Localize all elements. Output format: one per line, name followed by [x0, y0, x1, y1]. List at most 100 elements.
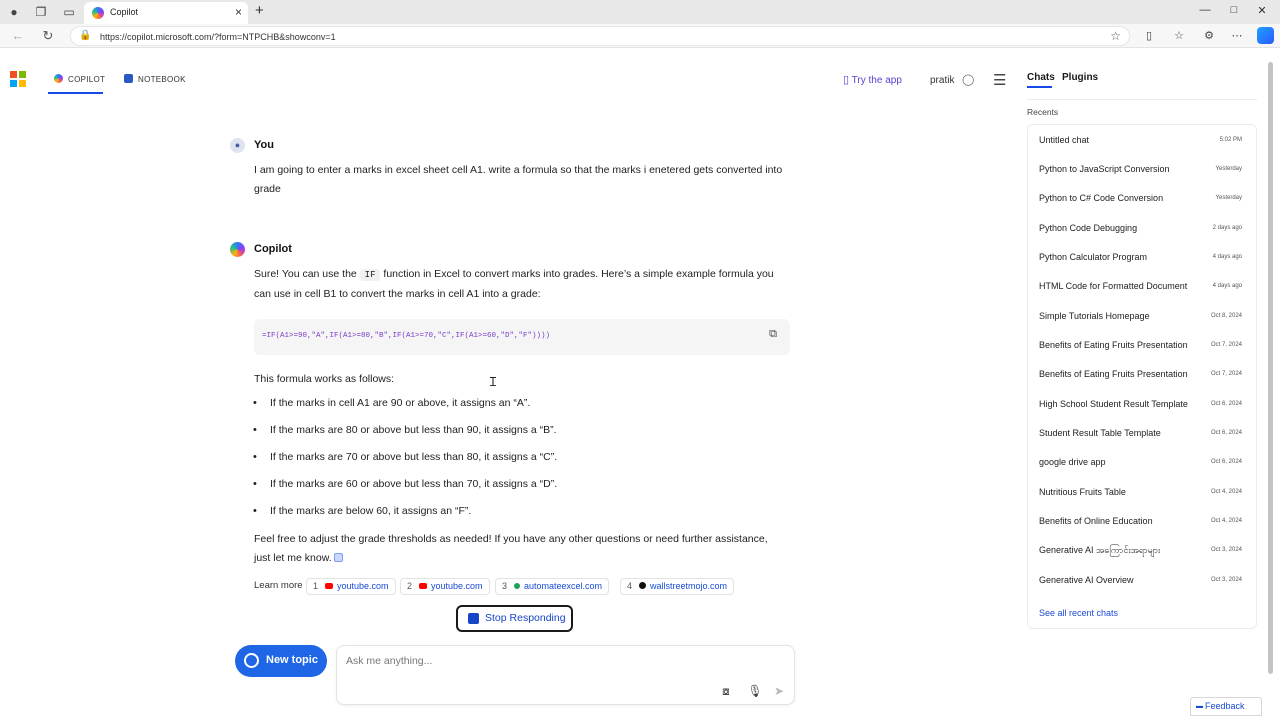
copilot-avatar-icon — [230, 242, 245, 257]
source-link-2[interactable]: 2 youtube.com — [400, 578, 490, 595]
scrollbar-thumb[interactable] — [1268, 62, 1273, 674]
copilot-speaker-label: Copilot — [254, 243, 292, 255]
list-item: If the marks in cell A1 are 90 or above,… — [253, 397, 530, 409]
url-field[interactable]: 🔒 https://copilot.microsoft.com/?form=NT… — [70, 26, 1130, 46]
microsoft-logo-icon[interactable] — [10, 71, 26, 87]
send-icon[interactable]: ➤ — [771, 684, 787, 698]
chat-input[interactable] — [346, 655, 766, 667]
copilot-icon — [54, 74, 63, 83]
page-scrollbar[interactable] — [1268, 62, 1276, 674]
youtube-icon — [325, 583, 334, 589]
tab-notebook-label: NOTEBOOK — [138, 75, 186, 84]
close-window-icon[interactable]: ✕ — [1252, 4, 1272, 17]
new-tab-icon[interactable]: + — [255, 2, 264, 19]
recent-chat-item[interactable]: google drive app Oct 6, 2024 — [1028, 448, 1256, 477]
sidebar-divider — [1027, 99, 1257, 100]
user-speaker-label: You — [254, 139, 274, 151]
refresh-icon[interactable]: ↻ — [40, 28, 56, 44]
closing-text: Feel free to adjust the grade thresholds… — [254, 533, 768, 564]
recent-chat-item[interactable]: HTML Code for Formatted Document 4 days a… — [1028, 272, 1256, 301]
profile-icon[interactable]: ● — [7, 5, 21, 19]
list-item: If the marks are below 60, it assigns an… — [253, 505, 471, 517]
text-cursor-icon: Ｉ — [487, 375, 500, 389]
recent-chat-item[interactable]: Simple Tutorials Homepage Oct 8, 2024 — [1028, 302, 1256, 331]
browser-tab-copilot[interactable]: Copilot × — [84, 2, 248, 24]
citation-marker-icon[interactable] — [333, 553, 343, 562]
phone-icon: ▯ — [843, 74, 850, 86]
closing-message: Feel free to adjust the grade thresholds… — [254, 530, 779, 568]
minimize-icon[interactable]: — — [1195, 4, 1215, 16]
try-app-label: Try the app — [851, 75, 902, 86]
source-link-1[interactable]: 1 youtube.com — [306, 578, 396, 595]
explain-heading: This formula works as follows: — [254, 373, 395, 385]
notebook-icon — [124, 74, 133, 83]
list-item: If the marks are 80 or above but less th… — [253, 424, 557, 436]
maximize-icon[interactable]: □ — [1224, 4, 1244, 16]
new-topic-label: New topic — [266, 654, 318, 666]
chat-input-box: ⧇ 🎙 ➤ — [336, 645, 795, 705]
browser-tab-bar: ● ❐ ▭ Copilot × + — □ ✕ — [0, 0, 1280, 24]
recent-chat-item[interactable]: Python to JavaScript Conversion Yesterday — [1028, 155, 1256, 184]
intro-text-pre: Sure! You can use the — [254, 268, 360, 280]
copilot-intro: Sure! You can use the IF function in Exc… — [254, 265, 784, 304]
favorites-icon[interactable]: ☆ — [1171, 29, 1187, 42]
stop-icon — [468, 613, 479, 624]
recent-chat-item[interactable]: Python to C# Code Conversion Yesterday — [1028, 184, 1256, 213]
sidebar-tab-indicator — [1027, 86, 1052, 88]
recent-chat-item[interactable]: Generative AI အကြောင်းအရာများ Oct 3, 2024 — [1028, 536, 1256, 565]
recent-chat-item[interactable]: Student Result Table Template Oct 6, 2024 — [1028, 419, 1256, 448]
new-topic-button[interactable]: New topic — [235, 645, 327, 677]
recent-chat-item[interactable]: Untitled chat 5:02 PM — [1028, 126, 1256, 155]
workspaces-icon[interactable]: ❐ — [34, 5, 48, 19]
active-tab-indicator — [48, 92, 103, 94]
user-avatar: ● — [230, 138, 245, 153]
copy-code-icon[interactable]: ⧉ — [766, 328, 780, 343]
tab-notebook[interactable]: NOTEBOOK — [124, 74, 186, 84]
tab-copilot[interactable]: COPILOT — [54, 74, 105, 84]
extensions-icon[interactable]: ⚙ — [1201, 29, 1217, 42]
tab-copilot-label: COPILOT — [68, 75, 106, 84]
more-menu-icon[interactable]: ⋯ — [1229, 29, 1245, 42]
close-tab-icon[interactable]: × — [235, 5, 242, 19]
see-all-chats-link[interactable]: See all recent chats — [1039, 608, 1118, 618]
recent-chat-item[interactable]: Python Calculator Program 4 days ago — [1028, 243, 1256, 272]
user-avatar-icon[interactable]: ◯ — [962, 73, 974, 86]
source-link-3[interactable]: 3 automateexcel.com — [495, 578, 610, 595]
recent-chat-item[interactable]: Benefits of Eating Fruits Presentation Oc… — [1028, 360, 1256, 389]
split-screen-icon[interactable]: ▯ — [1141, 29, 1157, 42]
sidebar-tab-chats[interactable]: Chats — [1027, 72, 1055, 83]
recent-chat-item[interactable]: High School Student Result Template Oct 6… — [1028, 390, 1256, 419]
recent-chat-item[interactable]: Generative AI Overview Oct 3, 2024 — [1028, 566, 1256, 595]
hamburger-menu-icon[interactable]: ☰ — [993, 71, 1006, 89]
stop-responding-label: Stop Responding — [485, 612, 566, 624]
recent-chat-item[interactable]: Benefits of Eating Fruits Presentation Oc… — [1028, 331, 1256, 360]
stop-responding-button[interactable]: Stop Responding — [456, 605, 573, 632]
tab-actions-icon[interactable]: ▭ — [62, 5, 76, 19]
sidebar-tab-plugins[interactable]: Plugins — [1062, 72, 1098, 83]
copilot-favicon-icon — [92, 7, 104, 19]
browser-tab-title: Copilot — [110, 7, 139, 17]
back-icon[interactable]: ← — [10, 28, 26, 43]
lock-icon: 🔒 — [79, 30, 92, 41]
source-link-4[interactable]: 4 wallstreetmojo.com — [620, 578, 735, 595]
list-item: If the marks are 60 or above but less th… — [253, 478, 557, 490]
microphone-icon[interactable]: 🎙 — [747, 684, 763, 698]
recent-chat-item[interactable]: Benefits of Online Education Oct 4, 2024 — [1028, 507, 1256, 536]
list-item: If the marks are 70 or above but less th… — [253, 451, 557, 463]
recent-chat-item[interactable]: Nutritious Fruits Table Oct 4, 2024 — [1028, 478, 1256, 507]
favorite-star-icon[interactable]: ☆ — [1110, 29, 1121, 43]
code-block: =IF(A1>=90,"A",IF(A1>=80,"B",IF(A1>=70,"… — [254, 319, 790, 355]
try-app-link[interactable]: ▯ Try the app — [843, 73, 902, 86]
user-message: I am going to enter a marks in excel she… — [254, 164, 783, 195]
copilot-sidebar-icon[interactable] — [1257, 27, 1274, 44]
url-text: https://copilot.microsoft.com/?form=NTPC… — [100, 32, 336, 42]
recent-chat-item[interactable]: Python Code Debugging 2 days ago — [1028, 214, 1256, 243]
user-name[interactable]: pratik — [930, 75, 954, 86]
image-upload-icon[interactable]: ⧇ — [718, 684, 734, 699]
recents-label: Recents — [1027, 107, 1059, 117]
feedback-button[interactable]: Feedback — [1190, 697, 1262, 716]
address-bar: ← ↻ 🔒 https://copilot.microsoft.com/?for… — [0, 24, 1280, 48]
recent-chats-list: Untitled chat 5:02 PM Python to JavaScrip… — [1027, 124, 1257, 629]
code-formula: =IF(A1>=90,"A",IF(A1>=80,"B",IF(A1>=70,"… — [262, 332, 551, 340]
new-topic-icon — [244, 653, 259, 668]
